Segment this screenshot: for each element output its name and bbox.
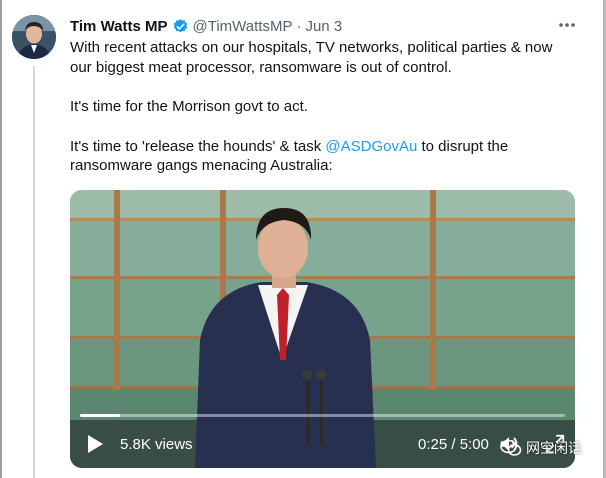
tweet-date[interactable]: Jun 3 [305, 18, 342, 35]
video-view-count: 5.8K views [120, 436, 193, 453]
window-border-left [0, 0, 2, 478]
author-handle[interactable]: @TimWattsMP [193, 18, 293, 35]
header-separator: · [296, 17, 302, 35]
tweet-paragraph: It's time to 'release the hounds' & task… [70, 137, 560, 176]
avatar-image [12, 15, 56, 59]
verified-badge-icon [172, 18, 189, 35]
author-name[interactable]: Tim Watts MP [70, 18, 168, 35]
play-icon[interactable] [86, 434, 104, 454]
video-progress-bar[interactable] [80, 414, 565, 417]
video-player[interactable]: 5.8K views 0:25 / 5:00 [70, 190, 575, 468]
video-frame [70, 190, 575, 468]
tweet-paragraph: With recent attacks on our hospitals, TV… [70, 39, 553, 76]
mention-link[interactable]: @ASDGovAu [325, 138, 417, 155]
more-icon[interactable] [556, 16, 578, 34]
video-time: 0:25 / 5:00 [418, 436, 489, 453]
wechat-icon [500, 439, 522, 456]
author-avatar[interactable] [12, 15, 56, 59]
tweet-paragraph: It's time for the Morrison govt to act. [70, 98, 308, 115]
tweet-text: With recent attacks on our hospitals, TV… [70, 38, 560, 196]
watermark: 网空闲话 [500, 438, 582, 458]
video-progress-fill [80, 414, 121, 417]
thread-line [33, 66, 35, 478]
watermark-text: 网空闲话 [526, 440, 582, 456]
paragraph-text: It's time to 'release the hounds' & task [70, 137, 326, 155]
tweet-header: Tim Watts MP @TimWattsMP · Jun 3 [70, 16, 342, 36]
